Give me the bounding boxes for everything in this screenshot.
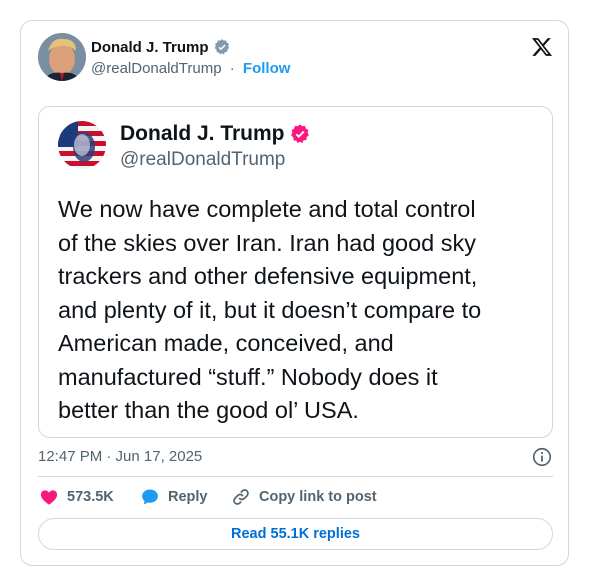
heart-icon [40, 490, 58, 505]
verified-badge-icon [214, 39, 229, 55]
flag-portrait-icon [58, 121, 106, 169]
divider [38, 476, 553, 477]
author-name[interactable]: Donald J. Trump [91, 38, 231, 56]
handle-separator: · [229, 60, 235, 77]
quoted-author-name-text[interactable]: Donald J. Trump [120, 122, 285, 146]
quoted-author-name[interactable]: Donald J. Trump [120, 122, 311, 146]
quoted-author-avatar[interactable] [58, 121, 106, 169]
copy-link-button[interactable]: Copy link to post [231, 487, 377, 507]
like-button[interactable]: 573.5K [39, 487, 114, 507]
author-avatar[interactable] [38, 33, 86, 81]
author-portrait-icon [38, 33, 86, 81]
embedded-post-card: Donald J. Trump @realDonaldTrump · Follo… [20, 20, 569, 566]
read-replies-label: Read 55.1K replies [231, 526, 360, 542]
copy-link-label: Copy link to post [259, 489, 377, 505]
author-handle-row: @realDonaldTrump · Follow [91, 60, 290, 77]
reply-label: Reply [168, 489, 208, 505]
like-count: 573.5K [67, 489, 114, 505]
reply-button[interactable]: Reply [140, 487, 208, 507]
quoted-post[interactable]: Donald J. Trump @realDonaldTrump We now … [38, 106, 553, 438]
follow-link[interactable]: Follow [243, 60, 291, 77]
post-timestamp[interactable]: 12:47 PM · Jun 17, 2025 [38, 448, 202, 465]
author-name-text[interactable]: Donald J. Trump [91, 39, 209, 56]
info-icon[interactable] [531, 446, 553, 468]
author-handle[interactable]: @realDonaldTrump [91, 60, 222, 77]
quoted-post-text: We now have complete and total control o… [58, 196, 482, 423]
action-bar: 573.5K Reply Copy link to post [38, 487, 553, 509]
quoted-author-handle[interactable]: @realDonaldTrump [120, 149, 285, 171]
verified-badge-icon [290, 124, 309, 144]
speech-bubble-icon [142, 489, 158, 505]
link-icon [233, 489, 249, 505]
x-logo-icon[interactable] [531, 36, 553, 58]
read-replies-button[interactable]: Read 55.1K replies [38, 518, 553, 550]
